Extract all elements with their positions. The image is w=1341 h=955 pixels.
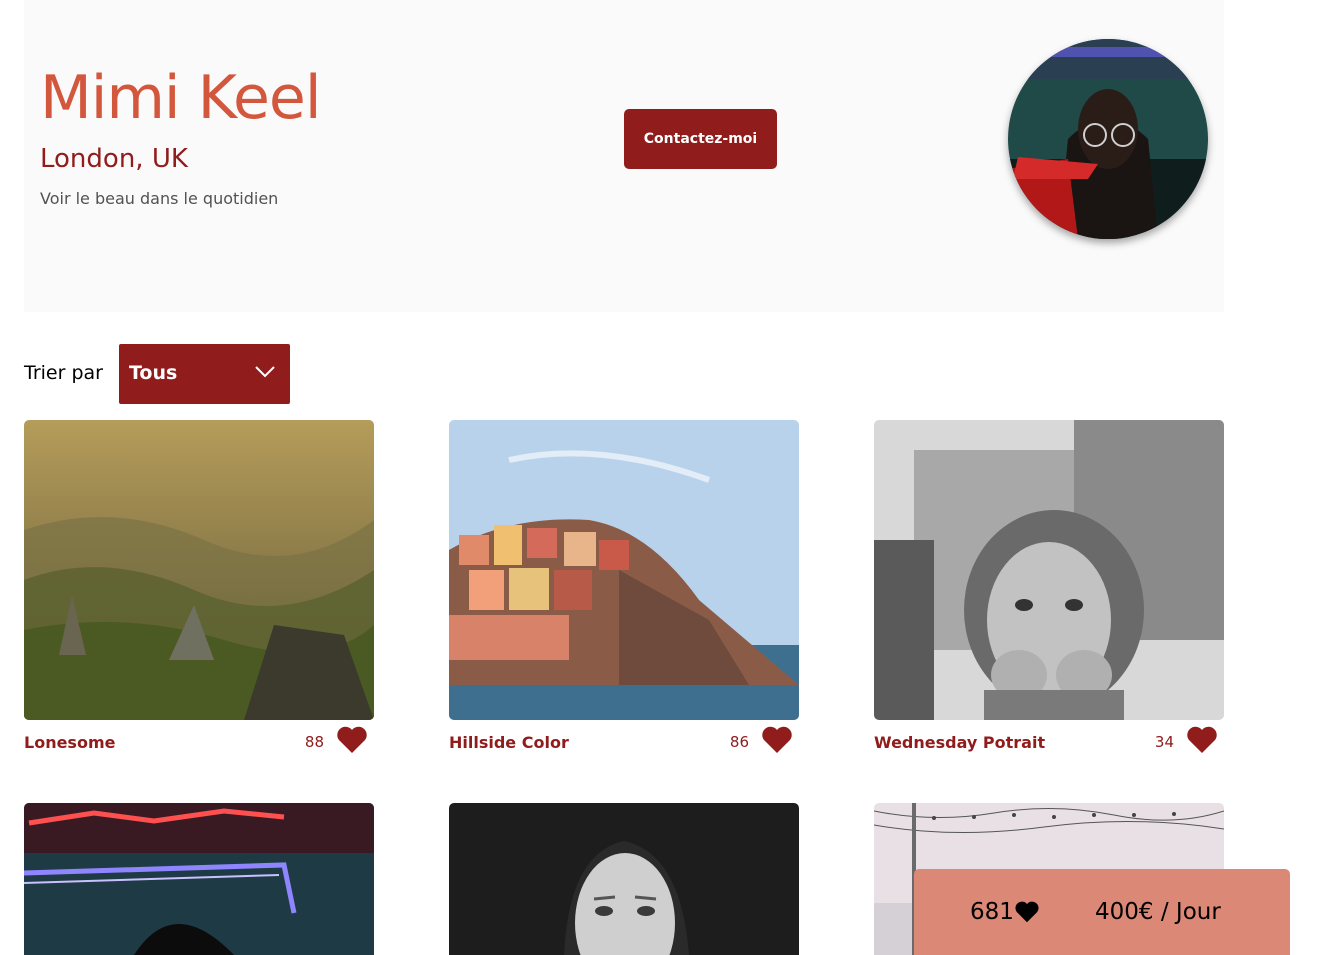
total-likes: 681 — [970, 899, 1014, 925]
daily-rate: 400€ / Jour — [1095, 899, 1221, 925]
sort-dropdown[interactable]: Tous — [119, 344, 290, 404]
landscape-photo — [24, 420, 374, 720]
media-thumbnail[interactable] — [24, 803, 374, 955]
media-title: Hillside Color — [449, 733, 569, 752]
media-thumbnail[interactable] — [874, 420, 1224, 720]
like-count: 34 — [1154, 733, 1174, 751]
sort-selected-value: Tous — [129, 362, 178, 384]
media-title: Wednesday Potrait — [874, 733, 1046, 752]
avatar — [1008, 39, 1208, 239]
like-count: 88 — [304, 733, 324, 751]
photographer-location: London, UK — [40, 144, 188, 174]
like-count: 86 — [729, 733, 749, 751]
media-card — [24, 803, 374, 955]
child-portrait-photo — [874, 420, 1224, 720]
woman-portrait-photo — [449, 803, 799, 955]
neon-portrait-photo — [24, 803, 374, 955]
portrait-photo — [1008, 39, 1208, 239]
heart-icon[interactable] — [1186, 726, 1218, 754]
photographer-tagline: Voir le beau dans le quotidien — [40, 189, 279, 208]
contact-button[interactable]: Contactez-moi — [624, 109, 777, 169]
media-card — [449, 803, 799, 955]
heart-icon[interactable] — [761, 726, 793, 754]
media-thumbnail[interactable] — [24, 420, 374, 720]
media-thumbnail[interactable] — [449, 803, 799, 955]
media-thumbnail[interactable] — [449, 420, 799, 720]
likes-rate-panel: 681 400€ / Jour — [914, 869, 1290, 955]
media-title: Lonesome — [24, 733, 116, 752]
media-card: Wednesday Potrait 34 — [874, 420, 1224, 753]
media-card: Hillside Color 86 — [449, 420, 799, 753]
photographer-name: Mimi Keel — [40, 63, 321, 133]
hillside-town-photo — [449, 420, 799, 720]
sort-label: Trier par — [24, 362, 103, 384]
chevron-down-icon — [255, 366, 275, 378]
media-card: Lonesome 88 — [24, 420, 374, 753]
heart-icon — [1015, 901, 1039, 923]
photographer-header: Mimi Keel London, UK Voir le beau dans l… — [24, 0, 1224, 312]
heart-icon[interactable] — [336, 726, 368, 754]
